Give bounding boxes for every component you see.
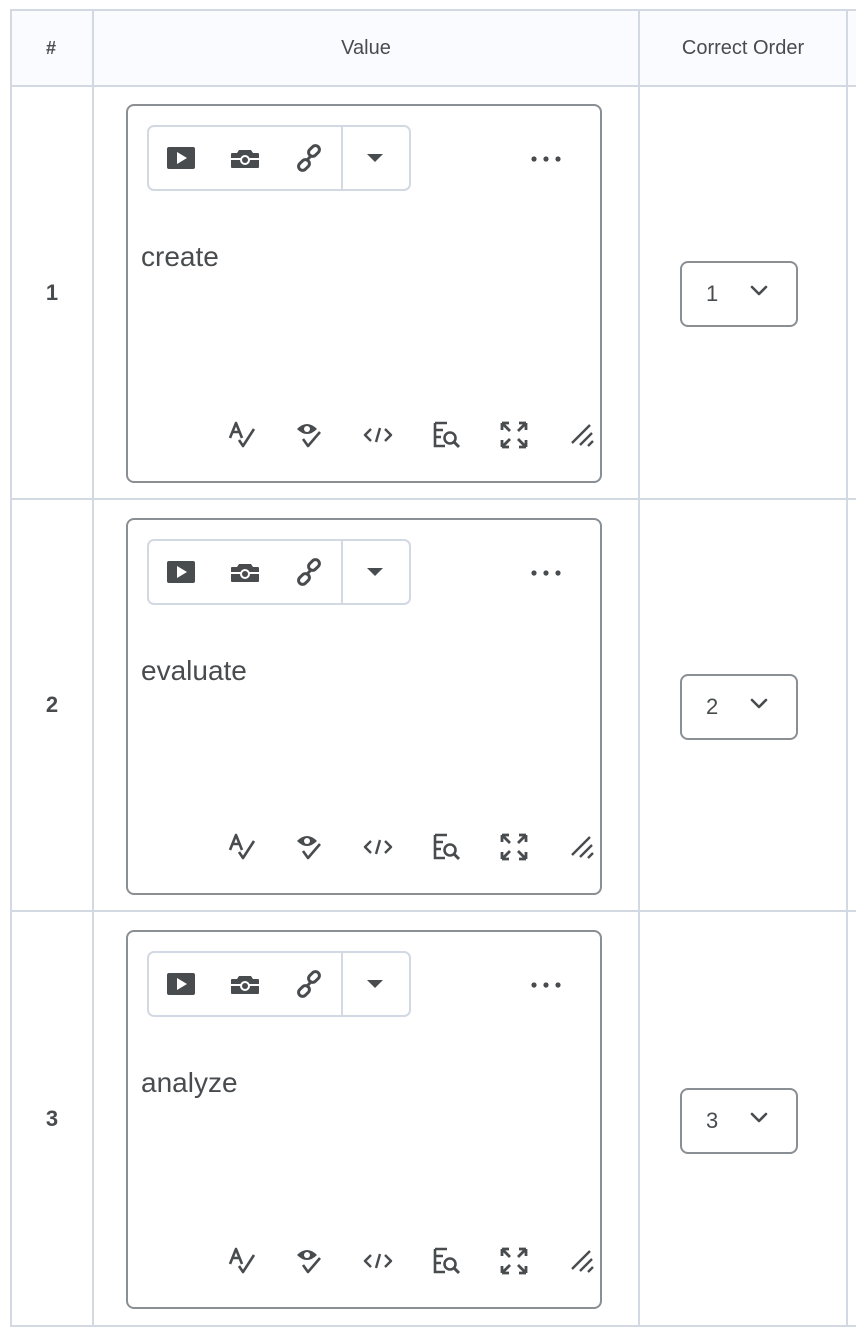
- accessibility-check-icon[interactable]: [276, 1241, 344, 1281]
- editor-footer: [208, 415, 616, 455]
- camera-icon[interactable]: [213, 127, 277, 189]
- resize-handle-icon[interactable]: [548, 1241, 616, 1281]
- editor-content[interactable]: create: [141, 241, 219, 273]
- chevron-down-icon: [750, 698, 768, 710]
- column-header-correct-order: Correct Order: [681, 36, 805, 59]
- rich-text-editor[interactable]: evaluate: [126, 518, 602, 895]
- select-value: 3: [706, 1108, 719, 1133]
- editor-footer: [208, 1241, 616, 1281]
- fullscreen-icon[interactable]: [480, 415, 548, 455]
- column-header-value: Value: [341, 36, 391, 59]
- correct-order-select[interactable]: 2: [680, 674, 798, 740]
- chevron-down-icon: [750, 1112, 768, 1124]
- chevron-down-icon: [750, 285, 768, 297]
- link-icon[interactable]: [277, 127, 341, 189]
- video-icon[interactable]: [149, 953, 213, 1015]
- correct-order-select[interactable]: 3: [680, 1088, 798, 1154]
- select-value: 1: [706, 281, 719, 306]
- camera-icon[interactable]: [213, 953, 277, 1015]
- row-number: 2: [45, 692, 59, 717]
- spellcheck-icon[interactable]: [208, 1241, 276, 1281]
- resize-handle-icon[interactable]: [548, 415, 616, 455]
- row-number: 1: [45, 279, 59, 305]
- find-icon[interactable]: [412, 1241, 480, 1281]
- correct-order-select[interactable]: 1: [680, 261, 798, 327]
- find-icon[interactable]: [412, 827, 480, 867]
- source-code-icon[interactable]: [344, 415, 412, 455]
- editor-toolbar: [147, 125, 411, 191]
- spellcheck-icon[interactable]: [208, 827, 276, 867]
- dropdown-caret-icon[interactable]: [343, 127, 407, 189]
- source-code-icon[interactable]: [344, 1241, 412, 1281]
- ordering-table: # Value Correct Order 1 create 1 2 evalu…: [10, 9, 856, 1329]
- dropdown-caret-icon[interactable]: [343, 541, 407, 603]
- more-icon[interactable]: [528, 970, 564, 1000]
- more-icon[interactable]: [528, 144, 564, 174]
- rich-text-editor[interactable]: analyze: [126, 930, 602, 1309]
- editor-content[interactable]: analyze: [141, 1067, 238, 1099]
- camera-icon[interactable]: [213, 541, 277, 603]
- rich-text-editor[interactable]: create: [126, 104, 602, 483]
- column-header-index: #: [45, 37, 56, 58]
- find-icon[interactable]: [412, 415, 480, 455]
- resize-handle-icon[interactable]: [548, 827, 616, 867]
- row-number: 3: [45, 1105, 59, 1131]
- source-code-icon[interactable]: [344, 827, 412, 867]
- editor-toolbar: [147, 539, 411, 605]
- fullscreen-icon[interactable]: [480, 827, 548, 867]
- spellcheck-icon[interactable]: [208, 415, 276, 455]
- dropdown-caret-icon[interactable]: [343, 953, 407, 1015]
- editor-toolbar: [147, 951, 411, 1017]
- video-icon[interactable]: [149, 127, 213, 189]
- fullscreen-icon[interactable]: [480, 1241, 548, 1281]
- select-value: 2: [706, 694, 719, 719]
- accessibility-check-icon[interactable]: [276, 415, 344, 455]
- video-icon[interactable]: [149, 541, 213, 603]
- editor-content[interactable]: evaluate: [141, 655, 247, 687]
- editor-footer: [208, 827, 616, 867]
- link-icon[interactable]: [277, 953, 341, 1015]
- link-icon[interactable]: [277, 541, 341, 603]
- more-icon[interactable]: [528, 558, 564, 588]
- accessibility-check-icon[interactable]: [276, 827, 344, 867]
